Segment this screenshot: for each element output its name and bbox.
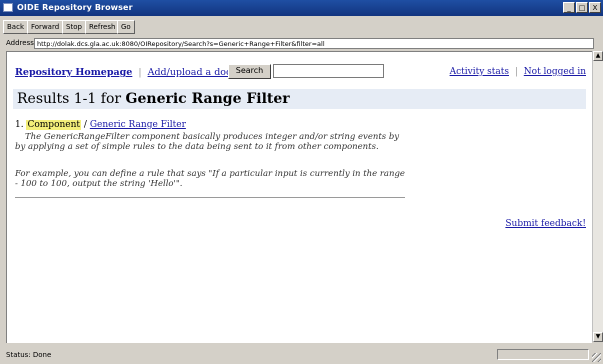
result-title-link[interactable]: Generic Range Filter xyxy=(90,120,186,130)
go-button[interactable]: Go xyxy=(117,20,135,34)
window-title: OIDE Repository Browser xyxy=(17,3,133,12)
page-content: Repository Homepage | Add/upload a docum… xyxy=(6,51,592,343)
component-type-badge: Component xyxy=(26,120,82,130)
status-bar: Status: Done xyxy=(0,346,603,364)
toolbar: Back Forward Stop Refresh Go xyxy=(0,17,603,36)
close-button[interactable]: X xyxy=(589,2,601,13)
type-separator: / xyxy=(83,120,87,130)
address-label: Address xyxy=(6,39,34,47)
app-icon xyxy=(3,3,13,12)
forward-button[interactable]: Forward xyxy=(27,20,64,34)
resize-grip-icon[interactable] xyxy=(592,353,601,362)
stop-button[interactable]: Stop xyxy=(62,20,86,34)
status-text: Status: Done xyxy=(6,351,52,359)
vertical-scrollbar[interactable]: ▲ ▼ xyxy=(592,51,603,342)
results-query: Generic Range Filter xyxy=(125,91,290,107)
right-navigation: Activity stats | Not logged in xyxy=(450,67,586,77)
activity-stats-link[interactable]: Activity stats xyxy=(450,67,509,77)
back-button[interactable]: Back xyxy=(3,20,28,34)
window-controls: _ □ X xyxy=(563,2,601,13)
status-panel xyxy=(497,349,589,360)
title-bar: OIDE Repository Browser _ □ X xyxy=(0,0,603,16)
submit-feedback-link[interactable]: Submit feedback! xyxy=(505,219,586,229)
login-link[interactable]: Not logged in xyxy=(524,67,586,77)
search-input[interactable] xyxy=(273,64,384,78)
result-item: 1. Component / Generic Range Filter xyxy=(15,120,186,130)
refresh-button[interactable]: Refresh xyxy=(85,20,120,34)
page-title: Results 1-1 for Generic Range Filter xyxy=(17,91,290,107)
results-header: Results 1-1 for Generic Range Filter xyxy=(13,89,586,109)
scroll-up-icon[interactable]: ▲ xyxy=(593,51,603,61)
nav-separator: | xyxy=(514,67,518,77)
address-bar: Address http://dolak.dcs.gla.ac.uk:8080/… xyxy=(0,37,603,50)
repository-homepage-link[interactable]: Repository Homepage xyxy=(15,67,132,78)
maximize-button[interactable]: □ xyxy=(576,2,588,13)
result-index: 1. xyxy=(15,120,24,130)
result-example: For example, you can define a rule that … xyxy=(15,169,405,189)
results-prefix: Results 1-1 for xyxy=(17,91,122,107)
divider xyxy=(15,197,405,198)
address-input[interactable]: http://dolak.dcs.gla.ac.uk:8080/OIReposi… xyxy=(34,38,594,49)
nav-separator: | xyxy=(138,67,142,78)
scroll-down-icon[interactable]: ▼ xyxy=(593,332,603,342)
minimize-button[interactable]: _ xyxy=(563,2,575,13)
search-button[interactable]: Search xyxy=(228,64,271,79)
result-description: The GenericRangeFilter component basical… xyxy=(15,132,400,152)
